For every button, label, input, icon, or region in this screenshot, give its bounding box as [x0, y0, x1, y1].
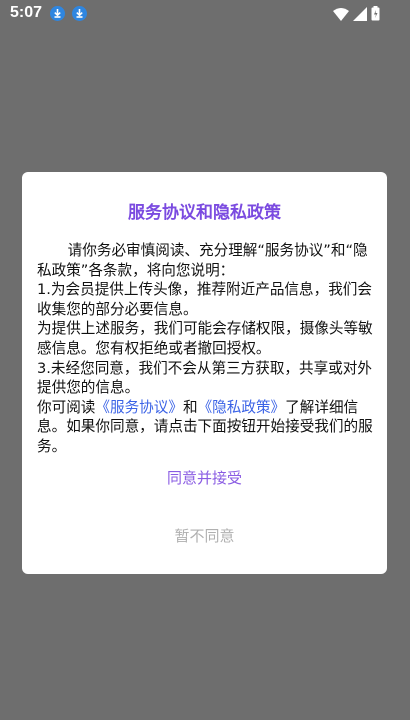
closing-text: 你可阅读《服务协议》和《隐私政策》了解详细信息。如果你同意，请点击下面按钮开始接… [37, 398, 377, 457]
status-icons [333, 6, 380, 25]
dialog-title: 服务协议和隐私政策 [128, 203, 281, 223]
wifi-icon [333, 6, 349, 25]
download-icon [72, 6, 87, 21]
closing-and: 和 [182, 398, 198, 416]
download-icon [50, 6, 65, 21]
intro-text: 请你务必审慎阅读、充分理解“服务协议”和“隐私政策”各条款，将向您说明： [37, 242, 368, 279]
service-agreement-link[interactable]: 《服务协议》 [95, 399, 183, 416]
battery-icon [371, 6, 380, 25]
policy-item-3: 3.未经您同意，我们不会从第三方获取，共享或对外提供您的信息。 [37, 359, 372, 397]
status-bar: 5:07 [0, 0, 410, 28]
accept-button[interactable]: 同意并接受 [22, 464, 387, 492]
privacy-dialog: 服务协议和隐私政策 请你务必审慎阅读、充分理解“服务协议”和“隐私政策”各条款，… [22, 172, 387, 574]
policy-item-1: 1.为会员提供上传头像，推荐附近产品信息，我们会收集您的部分必要信息。 [37, 281, 372, 318]
signal-icon [353, 6, 367, 25]
dialog-body: 请你务必审慎阅读、充分理解“服务协议”和“隐私政策”各条款，将向您说明： 1.为… [37, 241, 377, 457]
decline-button[interactable]: 暂不同意 [22, 522, 387, 550]
policy-item-2: 为提供上述服务，我们可能会存储权限，摄像头等敏感信息。您有权拒绝或者撤回授权。 [37, 320, 373, 357]
status-time: 5:07 [10, 4, 43, 21]
closing-prefix: 你可阅读 [37, 398, 96, 416]
privacy-policy-link[interactable]: 《隐私政策》 [198, 399, 286, 416]
